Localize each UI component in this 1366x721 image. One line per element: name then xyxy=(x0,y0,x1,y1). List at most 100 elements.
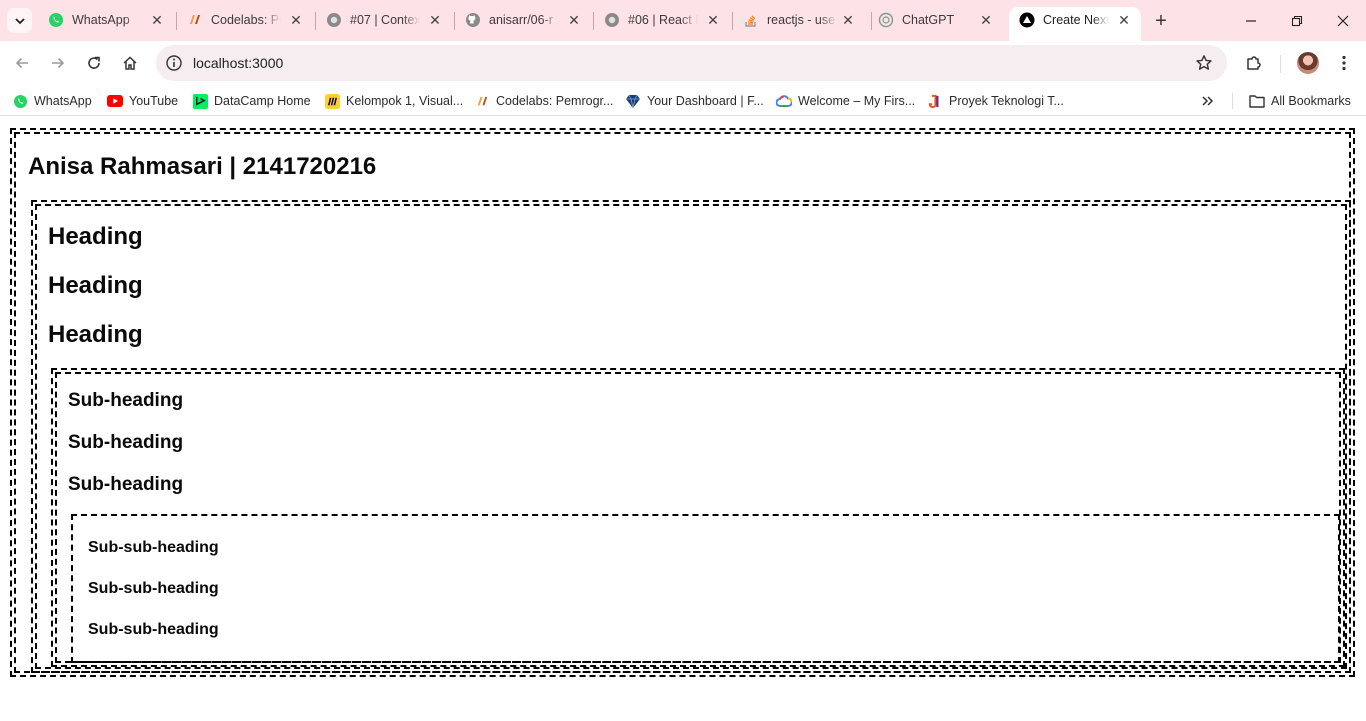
bookmarks-divider xyxy=(1232,93,1233,109)
url-text[interactable]: localhost:3000 xyxy=(193,55,283,71)
close-icon[interactable]: ✕ xyxy=(840,12,856,28)
heading: Heading xyxy=(48,272,143,299)
extensions-button[interactable] xyxy=(1243,52,1265,74)
sub-sub-heading: Sub-sub-heading xyxy=(88,621,219,638)
all-bookmarks-button[interactable]: All Bookmarks xyxy=(1249,92,1351,110)
tab-title: reactjs - use xyxy=(767,13,836,27)
tab-search-button[interactable] xyxy=(7,8,32,33)
reload-icon xyxy=(88,56,100,69)
stackoverflow-icon xyxy=(743,12,759,28)
arrow-right-icon xyxy=(52,57,65,69)
bookmark-youtube[interactable]: YouTube xyxy=(107,92,178,110)
forward-button[interactable] xyxy=(47,52,69,74)
sub-heading: Sub-heading xyxy=(68,474,184,495)
codelabs-icon xyxy=(187,12,203,28)
tab-title: #06 | React I xyxy=(628,13,698,27)
bookmark-kelompok[interactable]: Kelompok 1, Visual... xyxy=(324,92,463,110)
bookmark-label: Your Dashboard | F... xyxy=(647,94,764,108)
menu-button[interactable] xyxy=(1333,52,1355,74)
sub-heading: Sub-heading xyxy=(68,390,184,411)
restore-icon xyxy=(1291,15,1303,27)
tab-github[interactable]: anisarr/06-r ✕ xyxy=(455,0,590,41)
bookmark-codelabs[interactable]: Codelabs: Pemrogr... xyxy=(474,92,613,110)
tab-create-next[interactable]: Create Next ✕ xyxy=(1009,7,1141,41)
diamond-icon xyxy=(625,93,641,109)
close-window-button[interactable] xyxy=(1332,10,1354,32)
heading: Heading xyxy=(48,321,143,348)
chevron-down-icon xyxy=(14,17,25,24)
page-title: Anisa Rahmasari | 2141720216 xyxy=(28,153,377,180)
bookmark-label: WhatsApp xyxy=(34,94,92,108)
address-bar[interactable]: localhost:3000 xyxy=(156,45,1227,81)
whatsapp-icon xyxy=(12,93,28,109)
miro-icon xyxy=(324,93,340,109)
arrow-left-icon xyxy=(15,57,28,69)
tab-react[interactable]: #06 | React I ✕ xyxy=(594,0,729,41)
bookmark-label: Welcome – My Firs... xyxy=(798,94,916,108)
close-icon[interactable]: ✕ xyxy=(288,12,304,28)
bookmark-dashboard[interactable]: Your Dashboard | F... xyxy=(625,92,764,110)
more-vertical-icon xyxy=(1342,55,1346,71)
home-button[interactable] xyxy=(119,52,141,74)
folder-icon xyxy=(1249,93,1265,109)
tab-title: Create Next xyxy=(1043,13,1109,27)
codelabs-icon xyxy=(474,93,490,109)
github-icon xyxy=(465,12,481,28)
subsubheading-container-border xyxy=(71,514,1340,663)
jti-icon xyxy=(927,93,943,109)
double-chevron-right-icon xyxy=(1202,96,1214,106)
bookmark-whatsapp[interactable]: WhatsApp xyxy=(12,92,92,110)
youtube-icon xyxy=(107,93,123,109)
heading: Heading xyxy=(48,223,143,250)
home-icon xyxy=(123,56,137,70)
tab-title: anisarr/06-r xyxy=(489,13,553,27)
bookmark-label: DataCamp Home xyxy=(214,94,311,108)
page-viewport: Anisa Rahmasari | 2141720216 Heading Hea… xyxy=(0,117,1366,721)
tab-title: Codelabs: Pe xyxy=(211,13,281,27)
cloud-icon xyxy=(776,93,792,109)
tab-chatgpt[interactable]: ChatGPT ✕ xyxy=(868,0,1003,41)
close-icon xyxy=(1337,15,1349,27)
new-tab-button[interactable]: + xyxy=(1151,10,1171,32)
bookmark-label: Codelabs: Pemrogr... xyxy=(496,94,614,108)
puzzle-icon xyxy=(1247,56,1261,70)
minimize-icon xyxy=(1246,20,1256,22)
close-icon[interactable]: ✕ xyxy=(427,12,443,28)
tab-whatsapp[interactable]: WhatsApp ✕ xyxy=(38,0,173,41)
tab-stackoverflow[interactable]: reactjs - use ✕ xyxy=(733,0,868,41)
tab-context[interactable]: #07 | Contex ✕ xyxy=(316,0,451,41)
minimize-button[interactable] xyxy=(1240,10,1262,32)
sub-heading: Sub-heading xyxy=(68,432,184,453)
sub-sub-heading: Sub-sub-heading xyxy=(88,580,219,597)
bookmark-label: Kelompok 1, Visual... xyxy=(346,94,464,108)
close-icon[interactable]: ✕ xyxy=(566,12,582,28)
back-button[interactable] xyxy=(11,52,33,74)
bookmark-proyek[interactable]: Proyek Teknologi T... xyxy=(927,92,1064,110)
reload-button[interactable] xyxy=(83,52,105,74)
toolbar: localhost:3000 xyxy=(0,41,1366,85)
tab-strip: WhatsApp ✕ Codelabs: Pe ✕ #07 | Contex ✕… xyxy=(0,0,1366,41)
info-icon[interactable] xyxy=(165,54,183,72)
datacamp-icon xyxy=(192,93,208,109)
tab-title: #07 | Contex xyxy=(350,13,420,27)
tab-codelabs[interactable]: Codelabs: Pe ✕ xyxy=(177,0,312,41)
restore-button[interactable] xyxy=(1286,10,1308,32)
bookmark-welcome[interactable]: Welcome – My Firs... xyxy=(776,92,915,110)
close-icon[interactable]: ✕ xyxy=(978,12,994,28)
whatsapp-icon xyxy=(48,12,64,28)
sub-sub-heading: Sub-sub-heading xyxy=(88,539,219,556)
all-bookmarks-label: All Bookmarks xyxy=(1271,94,1351,108)
chatgpt-icon xyxy=(878,12,894,28)
close-icon[interactable]: ✕ xyxy=(1116,12,1132,28)
bookmark-datacamp[interactable]: DataCamp Home xyxy=(192,92,311,110)
tab-title: WhatsApp xyxy=(72,13,130,27)
bookmarks-bar: WhatsApp YouTube DataCamp Home Kelompok … xyxy=(0,85,1366,116)
bookmark-star-icon[interactable] xyxy=(1194,53,1214,73)
close-icon[interactable]: ✕ xyxy=(149,12,165,28)
more-bookmarks-button[interactable] xyxy=(1201,92,1215,110)
toolbar-divider xyxy=(1280,55,1281,73)
bookmark-label: YouTube xyxy=(129,94,179,108)
profile-avatar[interactable] xyxy=(1297,52,1319,74)
bookmark-label: Proyek Teknologi T... xyxy=(949,94,1064,108)
close-icon[interactable]: ✕ xyxy=(705,12,721,28)
